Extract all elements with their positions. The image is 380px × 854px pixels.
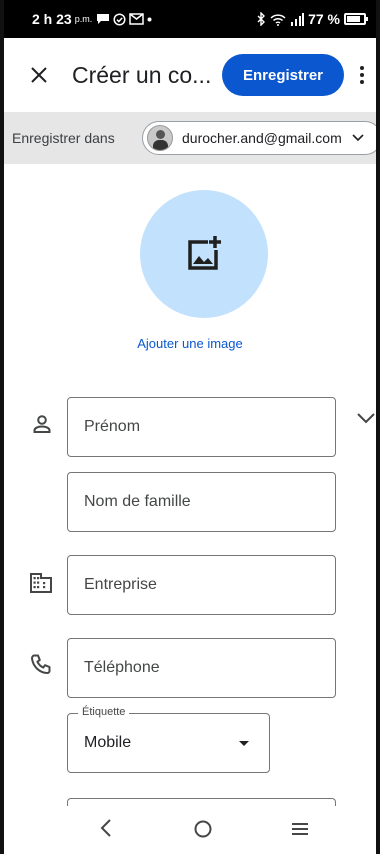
battery-icon — [344, 13, 368, 25]
account-selector[interactable]: durocher.and@gmail.com — [142, 121, 376, 155]
save-in-bar: Enregistrer dans durocher.and@gmail.com — [4, 112, 376, 164]
status-bar: 2 h 23 p.m. 77 % — [4, 0, 376, 38]
add-image-link[interactable]: Ajouter une image — [4, 336, 376, 351]
dropdown-arrow-icon — [239, 741, 249, 746]
account-avatar — [147, 125, 173, 151]
expand-name-icon[interactable] — [357, 412, 375, 424]
status-time-suffix: p.m. — [74, 14, 93, 24]
first-name-field[interactable]: Prénom — [67, 397, 336, 457]
save-button[interactable]: Enregistrer — [222, 54, 344, 96]
home-icon[interactable] — [194, 820, 212, 838]
gmail-icon — [129, 13, 144, 25]
system-nav-bar — [4, 806, 376, 854]
status-left-icons — [96, 12, 152, 26]
more-vert-icon[interactable] — [360, 66, 364, 84]
wifi-icon — [270, 13, 286, 26]
dot-icon — [147, 17, 152, 21]
account-email: durocher.and@gmail.com — [182, 130, 342, 146]
company-field[interactable]: Entreprise — [67, 555, 336, 615]
top-app-bar: Créer un co... Enregistrer — [4, 38, 376, 112]
chat-icon — [97, 14, 110, 24]
phone-screen: 2 h 23 p.m. 77 % Créer un co... Enregist… — [0, 0, 380, 854]
page-title: Créer un co... — [72, 61, 212, 88]
phone-icon — [31, 654, 51, 674]
last-name-field[interactable]: Nom de famille — [67, 472, 336, 532]
status-right-icons: 77 % — [257, 11, 368, 27]
back-icon[interactable] — [100, 818, 112, 838]
add-photo-icon — [188, 236, 221, 270]
phone-label-legend: Étiquette — [78, 706, 130, 718]
status-time: 2 h 23 — [32, 11, 72, 27]
chevron-down-icon — [352, 134, 364, 142]
business-icon — [30, 573, 52, 593]
phone-field[interactable]: Téléphone — [67, 638, 336, 698]
phone-label-value: Mobile — [84, 734, 132, 751]
battery-percent: 77 % — [308, 11, 340, 27]
phone-label-select[interactable]: Étiquette Mobile — [67, 706, 270, 773]
person-icon — [33, 415, 51, 433]
save-in-label: Enregistrer dans — [12, 130, 115, 146]
recents-icon[interactable] — [291, 822, 309, 836]
signal-icon — [291, 12, 305, 26]
add-photo-button[interactable] — [140, 190, 268, 318]
bluetooth-icon — [257, 12, 266, 26]
close-icon[interactable] — [26, 66, 52, 84]
check-circle-icon — [113, 12, 126, 26]
